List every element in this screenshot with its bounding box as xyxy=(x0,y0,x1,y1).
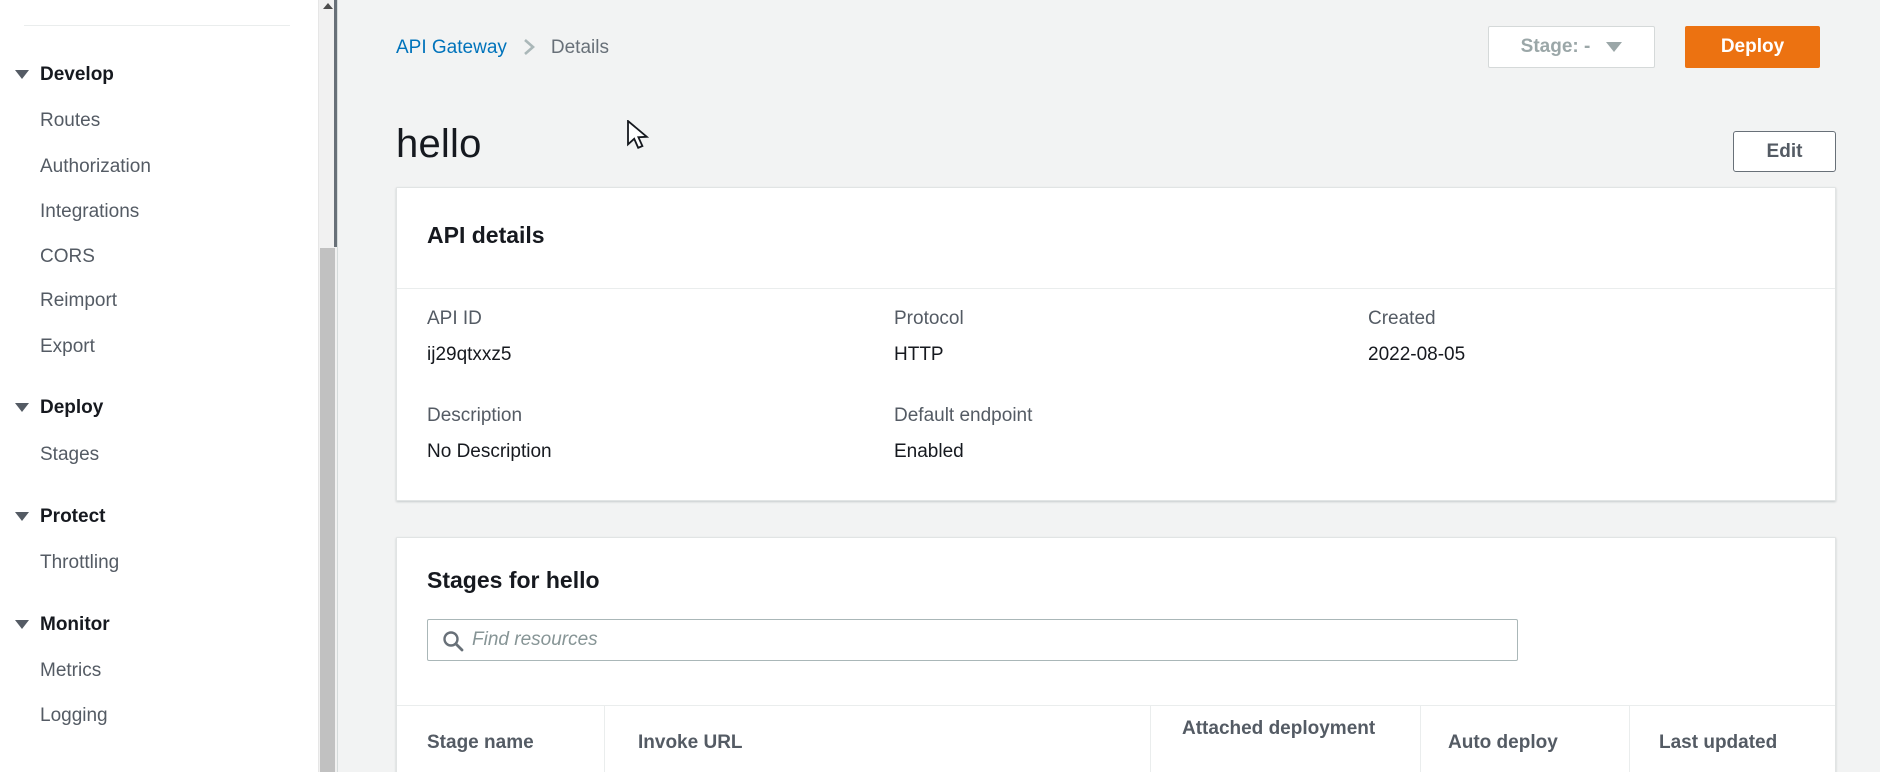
field-label: Protocol xyxy=(894,308,964,329)
chevron-down-icon xyxy=(15,403,29,412)
chevron-down-icon xyxy=(1606,42,1623,52)
column-separator xyxy=(604,706,605,772)
nav-section-deploy[interactable]: Deploy xyxy=(0,393,318,423)
field-value: No Description xyxy=(427,441,552,462)
column-separator xyxy=(1420,706,1421,772)
api-details-card: API details API ID ij29qtxxz5 Protocol H… xyxy=(396,187,1836,501)
chevron-down-icon xyxy=(15,70,29,79)
nav-item-metrics[interactable]: Metrics xyxy=(40,656,101,686)
column-header-label: Last updated xyxy=(1659,732,1778,753)
field-default-endpoint: Default endpoint Enabled xyxy=(894,405,1032,463)
column-header-stage-name[interactable]: Stage name xyxy=(427,706,592,772)
field-value: HTTP xyxy=(894,344,944,365)
stages-card: Stages for hello Stage name Invoke URL A… xyxy=(396,537,1836,772)
chevron-down-icon xyxy=(15,512,29,521)
field-protocol: Protocol HTTP xyxy=(894,308,964,366)
field-label: Description xyxy=(427,405,523,426)
edit-button-label: Edit xyxy=(1766,140,1803,162)
stage-dropdown-button[interactable]: Stage: - xyxy=(1488,26,1655,68)
nav-item-integrations[interactable]: Integrations xyxy=(40,197,139,227)
card-header-divider xyxy=(397,288,1835,289)
breadcrumb: API Gateway Details xyxy=(396,36,609,60)
column-header-invoke-url[interactable]: Invoke URL xyxy=(638,706,1138,772)
nav-item-cors[interactable]: CORS xyxy=(40,242,95,272)
chevron-right-icon xyxy=(521,38,537,63)
field-description: Description No Description xyxy=(427,405,552,463)
nav-section-develop[interactable]: Develop xyxy=(0,60,318,90)
nav-item-routes[interactable]: Routes xyxy=(40,106,100,136)
breadcrumb-api-gateway-link[interactable]: API Gateway xyxy=(396,37,507,58)
nav-item-reimport[interactable]: Reimport xyxy=(40,286,117,316)
api-details-card-title: API details xyxy=(427,222,545,248)
column-separator xyxy=(1150,706,1151,772)
scrollbar-up-arrow-icon[interactable] xyxy=(323,3,333,9)
column-header-attached-deployment[interactable]: Attached deployment xyxy=(1182,706,1388,772)
pane-border xyxy=(337,0,338,772)
column-header-auto-deploy[interactable]: Auto deploy xyxy=(1448,706,1618,772)
nav-item-logging[interactable]: Logging xyxy=(40,701,108,731)
column-separator xyxy=(1629,706,1630,772)
field-label: Default endpoint xyxy=(894,405,1033,426)
search-icon xyxy=(441,629,465,658)
nav-section-monitor[interactable]: Monitor xyxy=(0,610,318,640)
field-label: Created xyxy=(1368,308,1436,329)
search-input[interactable] xyxy=(472,620,1512,660)
sidebar-scrollbar-thumb[interactable] xyxy=(320,248,335,772)
deploy-button-label: Deploy xyxy=(1720,36,1785,57)
nav-item-export[interactable]: Export xyxy=(40,332,95,362)
stages-search-box xyxy=(427,619,1518,661)
edit-button[interactable]: Edit xyxy=(1733,131,1836,172)
nav-section-label: Deploy xyxy=(40,397,104,418)
stage-dropdown-label: Stage: - xyxy=(1520,36,1591,57)
field-value: 2022-08-05 xyxy=(1368,344,1466,365)
sidebar-divider xyxy=(24,25,290,26)
deploy-button[interactable]: Deploy xyxy=(1685,26,1820,68)
stages-card-title: Stages for hello xyxy=(427,567,600,593)
column-header-last-updated[interactable]: Last updated xyxy=(1659,706,1859,772)
nav-section-label: Monitor xyxy=(40,614,110,635)
column-header-label: Attached deployment xyxy=(1182,718,1376,739)
breadcrumb-current: Details xyxy=(550,37,609,58)
column-header-label: Invoke URL xyxy=(638,732,743,753)
mouse-cursor xyxy=(626,119,652,155)
nav-section-label: Develop xyxy=(40,64,114,85)
field-created: Created 2022-08-05 xyxy=(1368,308,1465,366)
field-label: API ID xyxy=(427,308,482,329)
field-value: ij29qtxxz5 xyxy=(427,344,512,365)
column-header-label: Auto deploy xyxy=(1448,732,1558,753)
field-value: Enabled xyxy=(894,441,964,462)
chevron-down-icon xyxy=(15,620,29,629)
nav-item-stages[interactable]: Stages xyxy=(40,440,99,470)
page-scrollbar-thumb[interactable] xyxy=(334,0,337,247)
sidebar-nav: Develop Routes Authorization Integration… xyxy=(0,0,318,772)
nav-section-label: Protect xyxy=(40,506,106,527)
nav-section-protect[interactable]: Protect xyxy=(0,502,318,532)
field-api-id: API ID ij29qtxxz5 xyxy=(427,308,512,366)
nav-item-throttling[interactable]: Throttling xyxy=(40,548,119,578)
column-header-label: Stage name xyxy=(427,732,534,753)
page-title: hello xyxy=(396,122,482,166)
nav-item-authorization[interactable]: Authorization xyxy=(40,152,151,182)
